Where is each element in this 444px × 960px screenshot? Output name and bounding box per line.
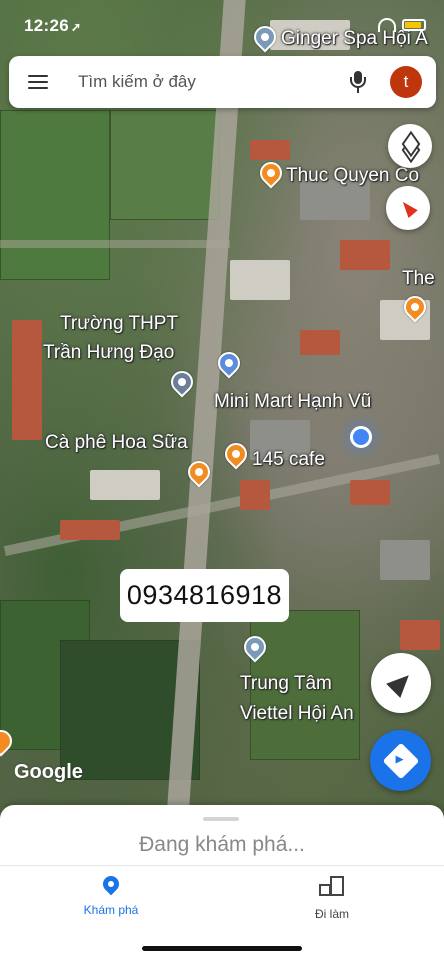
map-building xyxy=(340,240,390,270)
layers-icon xyxy=(401,137,419,155)
search-input[interactable]: Tìm kiếm ở đây xyxy=(78,72,348,92)
home-indicator[interactable] xyxy=(142,946,302,951)
my-location-icon xyxy=(386,668,416,698)
commute-icon xyxy=(319,876,345,896)
map-field xyxy=(110,110,220,220)
my-location-button[interactable] xyxy=(371,653,431,713)
school-pin-icon[interactable] xyxy=(166,366,198,398)
google-attribution: Google xyxy=(14,761,83,783)
phone-number-overlay: 0934816918 xyxy=(120,569,289,622)
tab-commute-label: Đi làm xyxy=(314,907,349,921)
compass-button[interactable] xyxy=(386,186,430,230)
location-arrow-icon: ➚ xyxy=(70,20,82,34)
status-icons xyxy=(378,18,426,32)
poi-ca-phe-label[interactable]: Cà phê Hoa Sữa xyxy=(45,432,188,454)
map-building xyxy=(90,470,160,500)
clock: 12:26 xyxy=(24,16,69,35)
explore-icon xyxy=(99,872,123,896)
map-building xyxy=(250,140,290,160)
tab-explore-label: Khám phá xyxy=(83,903,139,917)
cafe-pin-icon[interactable] xyxy=(220,438,252,470)
map-field xyxy=(0,110,110,280)
mic-icon[interactable] xyxy=(348,69,368,95)
my-location-dot xyxy=(350,426,372,448)
map-road xyxy=(3,453,441,557)
poi-truong-label-2[interactable]: Trần Hưng Đạo xyxy=(43,342,174,364)
battery-icon xyxy=(402,19,426,31)
map-road xyxy=(0,240,230,248)
bottom-nav: Khám phá Đi làm xyxy=(0,865,444,960)
poi-the-label[interactable]: The xyxy=(402,268,435,290)
map-building xyxy=(60,520,120,540)
map-building xyxy=(12,320,42,440)
directions-button[interactable] xyxy=(370,730,431,791)
tab-explore[interactable]: Khám phá xyxy=(51,872,171,917)
map-building xyxy=(230,260,290,300)
restaurant-pin-icon[interactable] xyxy=(255,157,287,189)
directions-icon xyxy=(382,742,419,779)
compass-icon xyxy=(398,198,418,218)
poi-viettel-label-2[interactable]: Viettel Hội An xyxy=(240,703,354,725)
poi-truong-label-1[interactable]: Trường THPT xyxy=(60,313,178,335)
wifi-icon xyxy=(378,18,396,32)
menu-icon[interactable] xyxy=(28,75,48,89)
layers-button[interactable] xyxy=(388,124,432,168)
explore-sheet[interactable]: Đang khám phá... xyxy=(0,805,444,865)
status-time: 12:26 ➚ xyxy=(24,16,81,36)
sheet-handle[interactable] xyxy=(203,817,239,821)
poi-thuc-quyen-label[interactable]: Thuc Quyen Co xyxy=(286,165,419,187)
map-building xyxy=(240,480,270,510)
poi-viettel-label-1[interactable]: Trung Tâm xyxy=(240,673,332,695)
map-building xyxy=(400,620,440,650)
poi-mini-mart-label[interactable]: Mini Mart Hạnh Vũ xyxy=(214,391,371,413)
search-bar[interactable]: Tìm kiếm ở đây t xyxy=(9,56,436,108)
avatar[interactable]: t xyxy=(390,66,422,98)
explore-status-text: Đang khám phá... xyxy=(139,833,305,856)
map-building xyxy=(300,330,340,355)
map-building xyxy=(380,540,430,580)
map-building xyxy=(350,480,390,505)
poi-145-cafe-label[interactable]: 145 cafe xyxy=(252,449,325,471)
tab-commute[interactable]: Đi làm xyxy=(272,876,392,921)
